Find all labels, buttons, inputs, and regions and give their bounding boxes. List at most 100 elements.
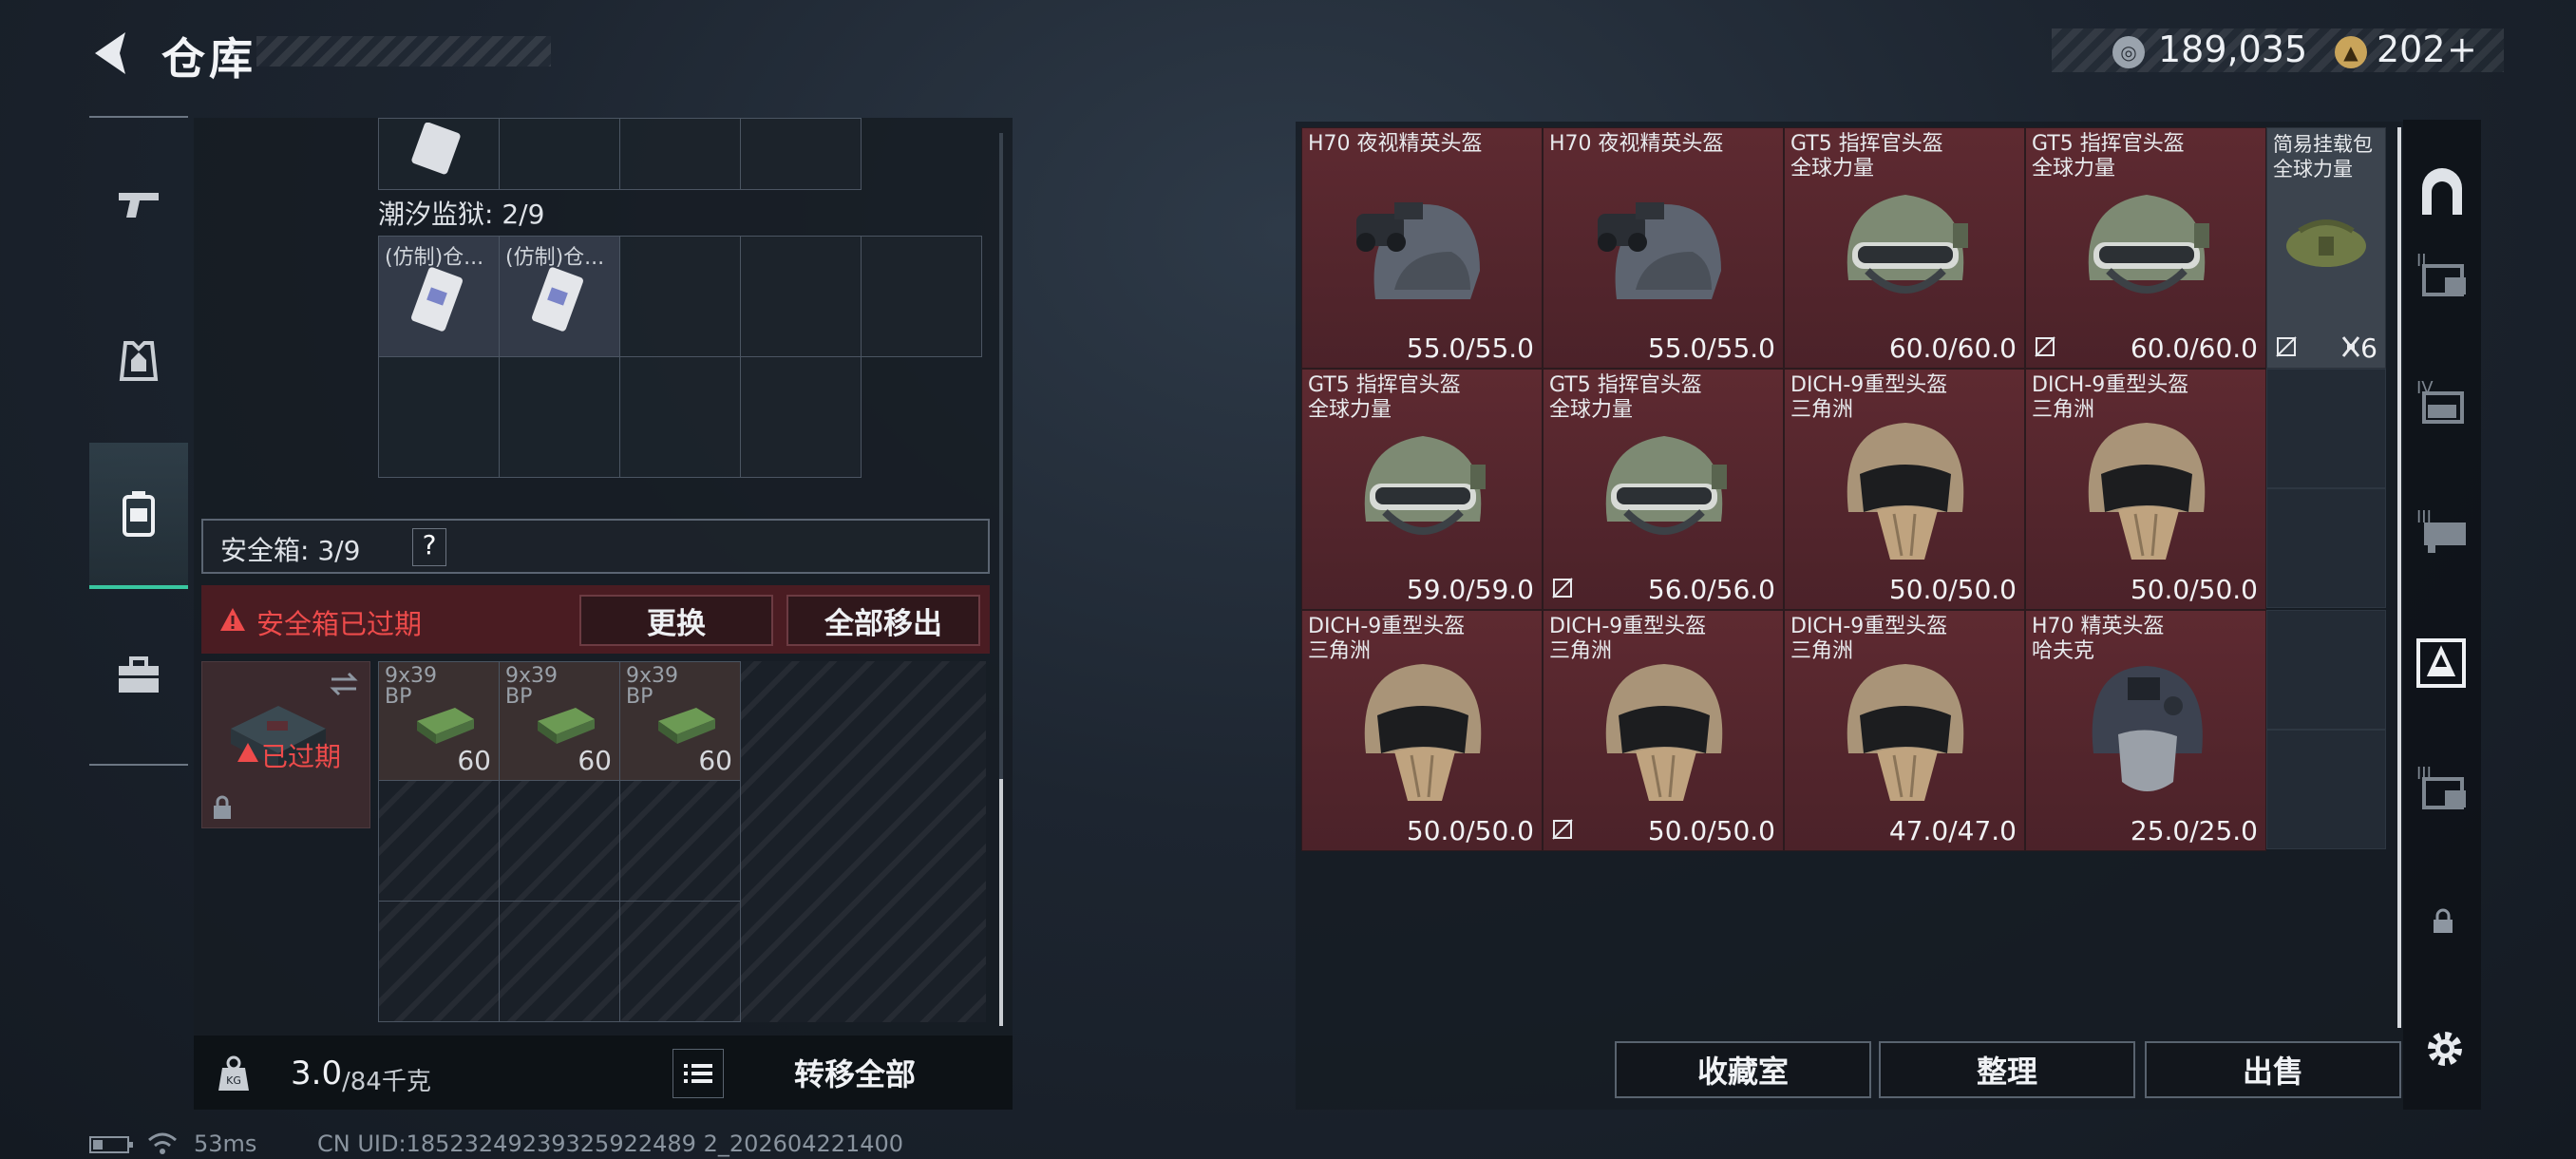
toolbox-icon	[119, 656, 159, 693]
empty-slot[interactable]	[2266, 488, 2386, 608]
grid-slot[interactable]	[740, 356, 862, 478]
helmet-item[interactable]: H70 夜视精英头盔 55.0/55.0	[1301, 127, 1543, 369]
empty-slot[interactable]	[2266, 610, 2386, 730]
helmet-icon	[1820, 649, 1991, 814]
no-bag-icon	[2276, 336, 2297, 357]
helmet-item[interactable]: DICH-9重型头盔 三角洲 50.0/50.0	[2025, 369, 2266, 610]
durability-value: 50.0/50.0	[1406, 815, 1534, 846]
grid-slot[interactable]	[499, 901, 620, 1022]
alert-text: 安全箱已过期	[256, 608, 423, 640]
grid-slot[interactable]	[378, 780, 500, 902]
grid-slot[interactable]	[378, 356, 500, 478]
helmet-item[interactable]: H70 精英头盔 哈夫克 25.0/25.0	[2025, 610, 2266, 851]
gear-icon[interactable]	[2422, 1026, 2468, 1072]
left-scrollbar-thumb[interactable]	[999, 779, 1003, 1026]
stash-tab-2-icon[interactable]: II	[2416, 249, 2473, 300]
durability-value: 56.0/56.0	[1647, 574, 1775, 605]
bag-icon	[2286, 219, 2366, 267]
durability-value: 55.0/55.0	[1647, 332, 1775, 364]
item-name: DICH-9重型头盔 三角洲	[2032, 373, 2189, 422]
nav-weapons[interactable]	[89, 133, 188, 276]
help-icon[interactable]: ?	[412, 528, 446, 566]
ammo-slot[interactable]: 9x39 BP 60	[619, 661, 741, 781]
empty-slot[interactable]	[2266, 369, 2386, 488]
grid-slot[interactable]	[619, 780, 741, 902]
list-icon	[684, 1064, 712, 1083]
safe-box-alert: 安全箱已过期 更换 全部移出	[201, 585, 990, 654]
safe-box-slot[interactable]: 已过期	[201, 661, 370, 828]
grid-slot[interactable]	[740, 118, 862, 190]
stash-tab-active-icon[interactable]	[2411, 633, 2472, 694]
nav-toolbox[interactable]	[89, 604, 188, 747]
grid-slot[interactable]	[378, 118, 500, 190]
item-name: GT5 指挥官头盔 全球力量	[1308, 373, 1461, 422]
helmet-icon	[1579, 408, 1750, 563]
grid-slot[interactable]: (仿制)仓...	[378, 236, 500, 357]
replace-button[interactable]: 更换	[579, 595, 773, 646]
ammo-count: 60	[578, 745, 612, 776]
stash-main-tab-icon[interactable]	[2416, 167, 2468, 218]
helmet-item[interactable]: GT5 指挥官头盔 全球力量 60.0/60.0	[1784, 127, 2025, 369]
remove-all-button[interactable]: 全部移出	[786, 595, 980, 646]
helmet-item[interactable]: DICH-9重型头盔 三角洲 50.0/50.0	[1784, 369, 2025, 610]
helmet-item[interactable]: H70 夜视精英头盔 55.0/55.0	[1543, 127, 1784, 369]
durability-value: 60.0/60.0	[1888, 332, 2017, 364]
sell-button[interactable]: 出售	[2145, 1041, 2401, 1098]
grid-slot[interactable]	[499, 780, 620, 902]
grid-slot[interactable]: (仿制)仓...	[499, 236, 620, 357]
right-scrollbar-thumb[interactable]	[2397, 127, 2401, 1028]
helmet-item[interactable]: DICH-9重型头盔 三角洲 47.0/47.0	[1784, 610, 2025, 851]
durability-value: 25.0/25.0	[2130, 815, 2258, 846]
weight-max: /84千克	[342, 1068, 431, 1096]
ammo-slot[interactable]: 9x39 BP 60	[378, 661, 500, 781]
grid-slot[interactable]	[740, 236, 862, 357]
back-icon[interactable]	[87, 27, 137, 80]
grid-slot[interactable]	[861, 236, 982, 357]
add-token-button[interactable]: +	[2447, 28, 2477, 70]
backpack-icon	[123, 491, 155, 537]
nav-backpack[interactable]	[89, 443, 188, 589]
sort-button[interactable]: 整理	[1879, 1041, 2135, 1098]
helmet-item[interactable]: DICH-9重型头盔 三角洲 50.0/50.0	[1543, 610, 1784, 851]
nav-armor[interactable]	[89, 289, 188, 431]
gun-icon	[119, 193, 159, 218]
battery-icon	[89, 1136, 133, 1153]
helmet-item[interactable]: GT5 指挥官头盔 全球力量 60.0/60.0	[2025, 127, 2266, 369]
ammo-box-icon	[538, 708, 595, 744]
item-name: GT5 指挥官头盔 全球力量	[1549, 373, 1702, 422]
helmet-icon	[1579, 166, 1750, 322]
page-title: 仓库	[161, 33, 256, 85]
helmet-item[interactable]: GT5 指挥官头盔 全球力量 59.0/59.0	[1301, 369, 1543, 610]
lock-icon	[2434, 908, 2453, 933]
stash-tab-3-icon[interactable]: III	[2416, 505, 2473, 557]
collection-room-button[interactable]: 收藏室	[1615, 1041, 1871, 1098]
grid-slot[interactable]	[619, 236, 741, 357]
swap-icon[interactable]	[328, 670, 360, 698]
helmet-icon	[2061, 166, 2232, 322]
grid-slot[interactable]	[378, 901, 500, 1022]
top-grid	[378, 118, 862, 190]
helmet-icon	[2061, 408, 2232, 573]
stash-tab-4-icon[interactable]: IV	[2416, 376, 2473, 428]
expired-tag: 已过期	[261, 741, 342, 772]
coin-icon: ◎	[2112, 36, 2145, 68]
item-name: H70 夜视精英头盔	[1549, 132, 1724, 156]
ammo-slot[interactable]: 9x39 BP 60	[499, 661, 620, 781]
list-view-button[interactable]	[672, 1049, 724, 1098]
ammo-box-icon	[658, 708, 715, 744]
bag-item[interactable]: 简易挂载包 全球力量 6	[2266, 127, 2386, 369]
helmet-item[interactable]: GT5 指挥官头盔 全球力量 56.0/56.0	[1543, 369, 1784, 610]
token-amount[interactable]: 202	[2377, 28, 2446, 70]
ammo-count: 60	[457, 745, 491, 776]
transfer-all-button[interactable]: 转移全部	[731, 1049, 978, 1096]
helmet-icon	[1337, 408, 1508, 563]
grid-slot[interactable]	[499, 118, 620, 190]
grid-slot[interactable]	[619, 356, 741, 478]
empty-slot[interactable]	[2266, 730, 2386, 849]
helmet-item[interactable]: DICH-9重型头盔 三角洲 50.0/50.0	[1301, 610, 1543, 851]
ammo-count: 60	[698, 745, 732, 776]
grid-slot[interactable]	[619, 901, 741, 1022]
grid-slot[interactable]	[619, 118, 741, 190]
grid-slot[interactable]	[499, 356, 620, 478]
stash-tab-3b-icon[interactable]: III	[2416, 762, 2473, 813]
